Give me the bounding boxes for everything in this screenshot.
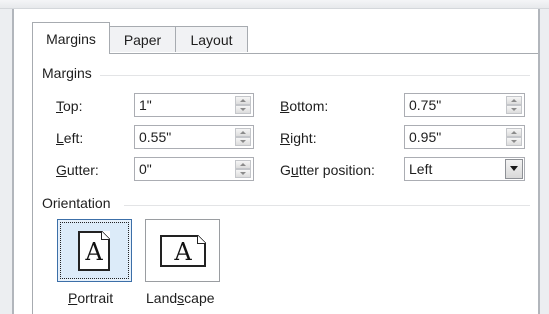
tab-paper[interactable]: Paper — [109, 26, 176, 52]
tab-layout[interactable]: Layout — [175, 26, 248, 52]
orientation-group-title: Orientation — [42, 195, 117, 211]
window-frame-left — [0, 9, 14, 314]
tab-panel — [32, 53, 538, 314]
tab-paper-label: Paper — [123, 32, 162, 48]
margins-group-title: Margins — [42, 65, 98, 81]
tab-margins[interactable]: Margins — [32, 22, 110, 54]
window-frame-top — [0, 0, 549, 9]
tab-layout-label: Layout — [190, 32, 233, 48]
tab-margins-label: Margins — [46, 31, 96, 47]
margins-group-rule — [100, 75, 530, 76]
orientation-group-rule — [124, 205, 530, 206]
window-frame-right — [538, 9, 549, 314]
